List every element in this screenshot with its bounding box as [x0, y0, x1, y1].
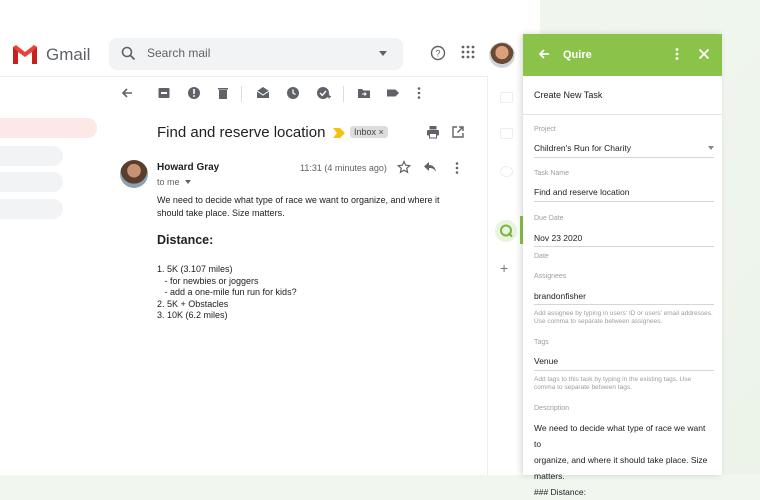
- star-icon[interactable]: [397, 160, 411, 174]
- more-vertical-icon[interactable]: [673, 47, 681, 61]
- sidebar-item-inbox[interactable]: [0, 118, 97, 138]
- gmail-window: Gmail ?: [0, 0, 540, 475]
- message-subject: Find and reserve location: [157, 124, 326, 141]
- date-label: Date: [534, 253, 549, 260]
- list-item: 1. 5K (3.107 miles): [157, 264, 233, 274]
- field-underline: [534, 370, 714, 371]
- move-to-folder-icon[interactable]: [357, 86, 371, 100]
- account-avatar[interactable]: [489, 42, 515, 68]
- tags-hint: Add tags to this task by typing in the e…: [534, 376, 692, 391]
- toolbar-divider: [343, 86, 344, 102]
- project-select[interactable]: Children's Run for Charity: [534, 143, 631, 153]
- quire-header: Quire: [523, 34, 722, 76]
- due-date-label: Due Date: [534, 215, 564, 222]
- svg-text:?: ?: [435, 49, 440, 59]
- task-name-input[interactable]: Find and reserve location: [534, 187, 629, 197]
- gmail-logo-icon[interactable]: [12, 43, 38, 65]
- description-line: ### Distance:: [534, 487, 586, 497]
- get-addons-plus-icon[interactable]: +: [500, 260, 508, 276]
- distance-list: 1. 5K (3.107 miles) - for newbies or jog…: [157, 264, 297, 322]
- toolbar-divider: [241, 86, 242, 102]
- assignees-hint: Add assignee by typing in users' ID or u…: [534, 310, 713, 325]
- archive-icon[interactable]: [157, 86, 171, 100]
- divider: [523, 114, 722, 115]
- tags-input[interactable]: Venue: [534, 356, 558, 366]
- more-vertical-icon[interactable]: [415, 86, 423, 100]
- calendar-addon-icon[interactable]: [500, 92, 513, 103]
- sidebar-item-placeholder[interactable]: [0, 146, 63, 166]
- project-chevron-down-icon[interactable]: [708, 146, 714, 150]
- message-heading: Distance:: [157, 233, 214, 247]
- message-more-vertical-icon[interactable]: [453, 161, 461, 175]
- description-line: organize, and where it should take place…: [534, 455, 708, 465]
- quire-addon-icon[interactable]: [495, 220, 517, 242]
- description-textarea[interactable]: We need to decide what type of race we w…: [534, 420, 714, 500]
- add-to-tasks-icon[interactable]: [316, 86, 331, 101]
- gmail-header: Gmail ?: [0, 0, 540, 77]
- message-timestamp: 11:31 (4 minutes ago): [300, 163, 387, 173]
- sidebar-item-placeholder[interactable]: [0, 199, 63, 219]
- field-underline: [534, 201, 714, 202]
- due-date-input[interactable]: Nov 23 2020: [534, 233, 582, 243]
- message-body: We need to decide what type of race we w…: [157, 195, 440, 218]
- open-in-new-window-icon[interactable]: [451, 125, 465, 139]
- snooze-clock-icon[interactable]: [286, 86, 300, 100]
- sender-name[interactable]: Howard Gray: [157, 162, 219, 173]
- field-underline: [534, 304, 714, 305]
- quire-panel: Quire Create New Task Project Children's…: [523, 34, 722, 497]
- help-icon[interactable]: ?: [430, 45, 446, 61]
- tasks-addon-icon[interactable]: [500, 166, 513, 177]
- recipient-label: to me: [157, 177, 180, 187]
- recipient-details[interactable]: to me: [157, 177, 192, 187]
- list-item: - add a one-mile fun run for kids?: [157, 287, 297, 297]
- field-underline: [534, 246, 714, 247]
- importance-marker-icon[interactable]: [333, 128, 345, 138]
- list-item: 2. 5K + Obstacles: [157, 298, 229, 309]
- list-item: 3. 10K (6.2 miles): [157, 310, 228, 320]
- back-arrow-icon[interactable]: [120, 86, 134, 100]
- search-input[interactable]: [147, 46, 367, 60]
- search-bar[interactable]: [109, 38, 403, 70]
- assignees-input[interactable]: brandonfisher: [534, 291, 586, 301]
- mark-unread-icon[interactable]: [256, 86, 270, 100]
- print-icon[interactable]: [426, 125, 440, 139]
- apps-grid-icon[interactable]: [461, 45, 475, 59]
- reply-icon[interactable]: [423, 161, 437, 173]
- tags-label: Tags: [534, 339, 549, 346]
- quire-title: Quire: [563, 49, 592, 61]
- report-spam-icon[interactable]: [187, 86, 201, 100]
- back-arrow-icon[interactable]: [537, 47, 551, 61]
- description-label: Description: [534, 405, 570, 412]
- chevron-down-icon[interactable]: [185, 180, 192, 184]
- delete-trash-icon[interactable]: [216, 86, 230, 100]
- keep-addon-icon[interactable]: [500, 128, 513, 139]
- project-label: Project: [534, 126, 556, 133]
- inbox-label-badge[interactable]: Inbox ×: [350, 126, 388, 138]
- label-tag-icon[interactable]: [386, 86, 400, 100]
- description-line: We need to decide what type of race we w…: [534, 423, 706, 449]
- task-name-label: Task Name: [534, 170, 570, 177]
- sender-avatar[interactable]: [120, 160, 148, 188]
- field-underline: [534, 157, 714, 158]
- list-item: - for newbies or joggers: [157, 275, 259, 286]
- search-options-chevron-down-icon[interactable]: [379, 51, 387, 56]
- gmail-logo-text: Gmail: [46, 45, 91, 64]
- create-task-heading: Create New Task: [534, 90, 603, 100]
- description-line: matters.: [534, 471, 565, 481]
- assignees-label: Assignees: [534, 273, 567, 280]
- quire-q-icon: [500, 224, 513, 238]
- sidebar-item-placeholder[interactable]: [0, 172, 63, 192]
- close-icon[interactable]: [698, 48, 710, 60]
- search-icon[interactable]: [121, 46, 136, 61]
